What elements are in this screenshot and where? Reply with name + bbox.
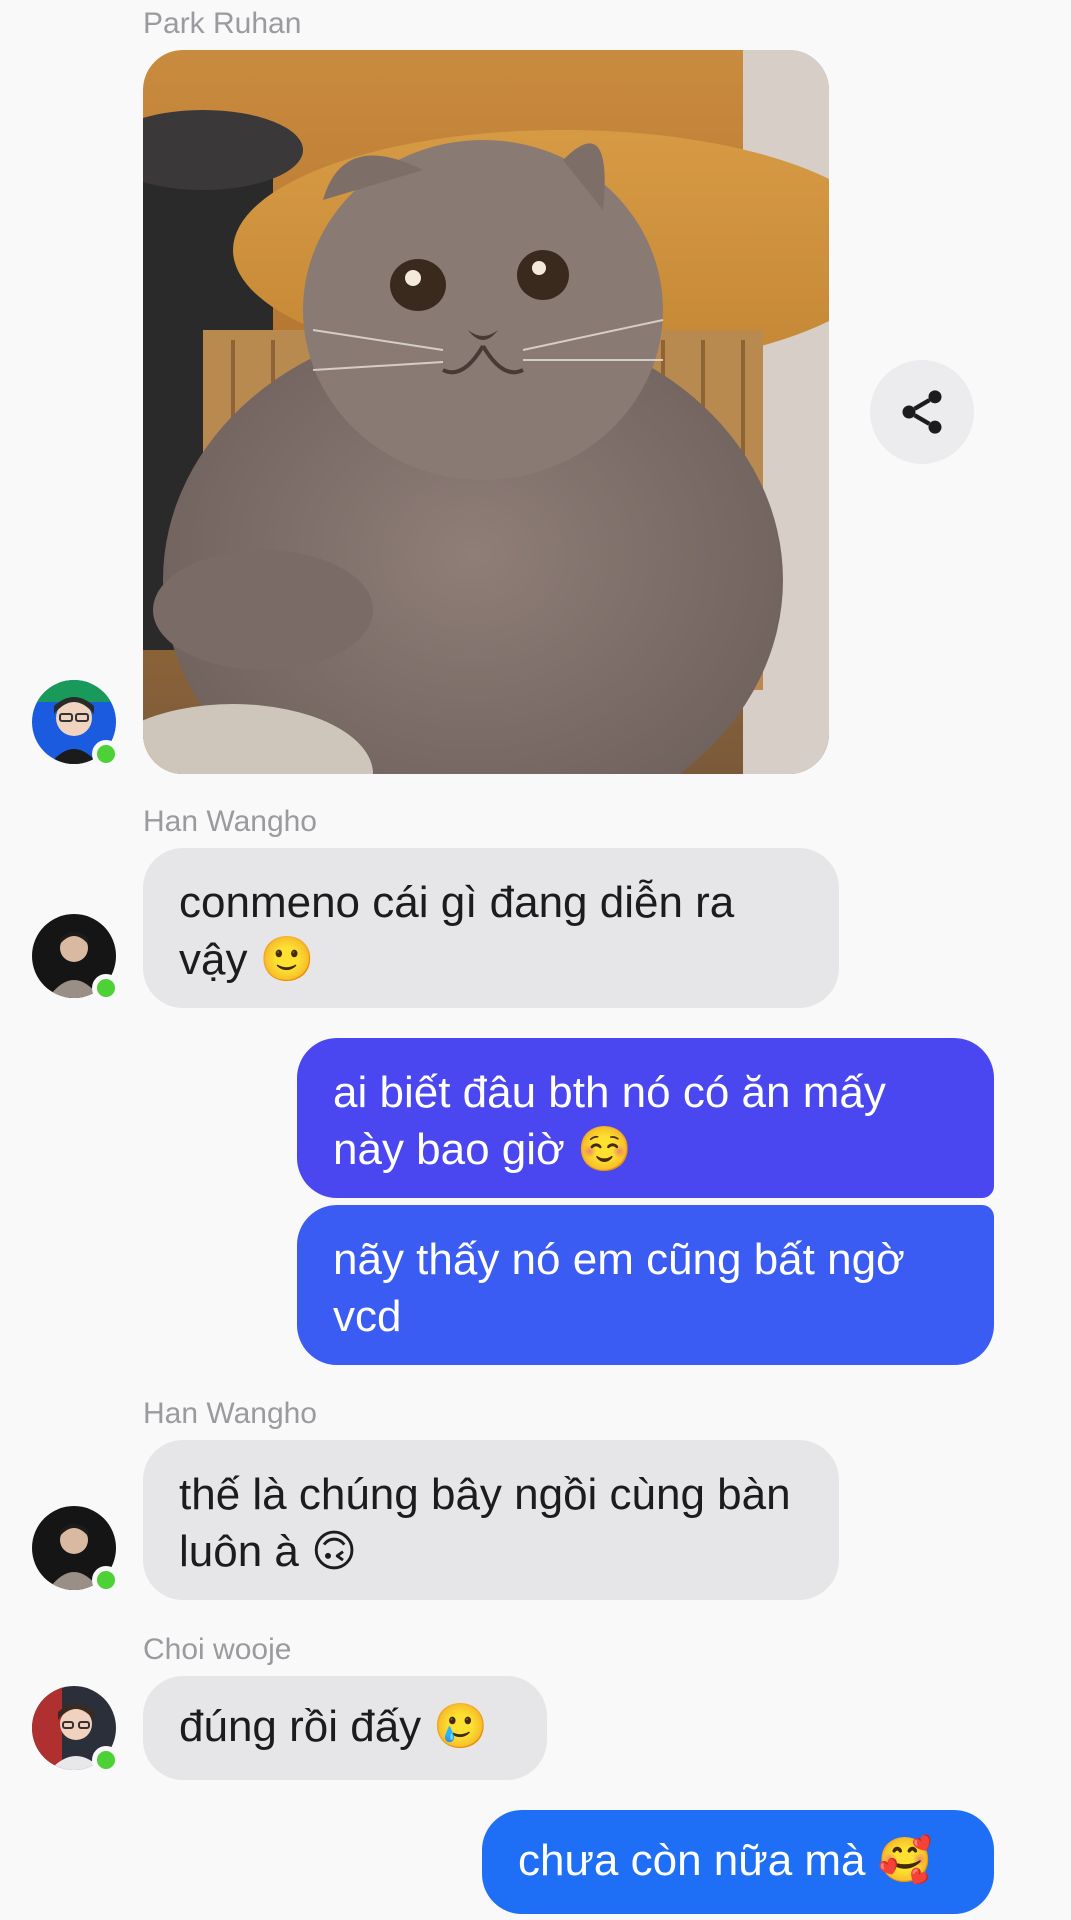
online-indicator (92, 1746, 120, 1774)
share-icon (902, 390, 942, 434)
shared-photo[interactable] (143, 50, 829, 774)
avatar-choi-wooje[interactable] (32, 1686, 120, 1774)
avatar-han-wangho[interactable] (32, 1506, 120, 1594)
share-button[interactable] (870, 360, 974, 464)
online-indicator (92, 974, 120, 1002)
message-bubble-incoming[interactable]: đúng rồi đấy 🥲 (143, 1676, 547, 1780)
online-indicator (92, 740, 120, 768)
message-bubble-outgoing[interactable]: nãy thấy nó em cũng bất ngờ vcd (297, 1205, 994, 1365)
sender-name: Han Wangho (143, 805, 317, 838)
online-indicator (92, 1566, 120, 1594)
message-bubble-outgoing[interactable]: ai biết đâu bth nó có ăn mấy này bao giờ… (297, 1038, 994, 1198)
cat-photo-illustration (143, 50, 829, 774)
avatar-han-wangho[interactable] (32, 914, 120, 1002)
sender-name: Han Wangho (143, 1397, 317, 1430)
sender-name: Park Ruhan (143, 7, 302, 40)
message-bubble-outgoing[interactable]: chưa còn nữa mà 🥰 (482, 1810, 994, 1914)
sender-name: Choi wooje (143, 1633, 292, 1666)
message-bubble-incoming[interactable]: thế là chúng bây ngồi cùng bàn luôn à 🙃 (143, 1440, 839, 1600)
message-bubble-incoming[interactable]: conmeno cái gì đang diễn ra vậy 🙂 (143, 848, 839, 1008)
avatar-park-ruhan[interactable] (32, 680, 120, 768)
